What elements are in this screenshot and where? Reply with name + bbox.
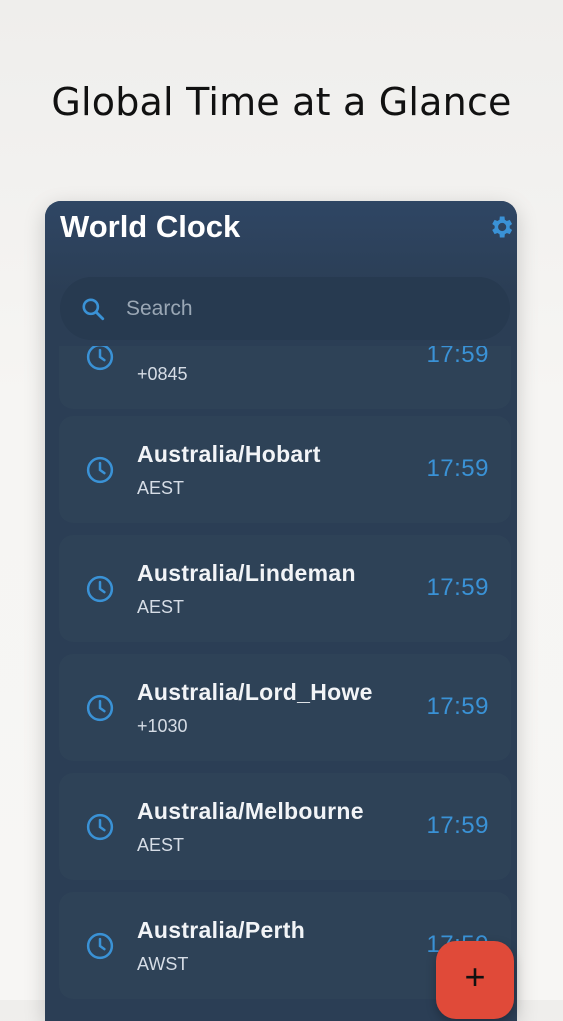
clock-zone: Australia/Lindeman — [137, 560, 356, 586]
clock-time: 17:59 — [426, 346, 489, 368]
search-input[interactable] — [126, 292, 486, 326]
app-screen: World Clock +0845 17:59 Australia/Hobart — [45, 201, 517, 1021]
clock-zone: Australia/Hobart — [137, 441, 321, 467]
clock-row[interactable]: +0845 17:59 — [59, 346, 511, 409]
clock-abbr: AWST — [137, 954, 189, 974]
clock-zone: Australia/Perth — [137, 917, 306, 943]
clock-list[interactable]: +0845 17:59 Australia/Hobart AEST 17:59 … — [45, 346, 517, 1021]
clock-zone: Australia/Melbourne — [137, 798, 364, 824]
clock-abbr: AEST — [137, 597, 185, 617]
clock-zone: Australia/Lord_Howe — [137, 679, 373, 705]
app-title: World Clock — [60, 209, 241, 244]
clock-abbr: +0845 — [137, 364, 188, 384]
clock-time: 17:59 — [426, 574, 489, 601]
gear-icon[interactable] — [487, 213, 515, 241]
clock-row[interactable]: Australia/Lindeman AEST 17:59 — [59, 535, 511, 642]
marketing-tagline: Global Time at a Glance — [51, 80, 512, 124]
clock-row[interactable]: Australia/Hobart AEST 17:59 — [59, 416, 511, 523]
clock-time: 17:59 — [426, 812, 489, 839]
clock-icon — [86, 575, 114, 603]
clock-time: 17:59 — [426, 693, 489, 720]
search-bar[interactable] — [60, 277, 510, 340]
clock-abbr: AEST — [137, 835, 185, 855]
clock-time: 17:59 — [426, 455, 489, 482]
clock-row[interactable]: Australia/Lord_Howe +1030 17:59 — [59, 654, 511, 761]
clock-row[interactable]: Australia/Melbourne AEST 17:59 — [59, 773, 511, 880]
clock-icon — [86, 932, 114, 960]
clock-icon — [86, 813, 114, 841]
search-icon — [82, 298, 105, 321]
clock-icon — [86, 694, 114, 722]
clock-abbr: +1030 — [137, 716, 188, 736]
clock-icon — [86, 346, 114, 371]
add-clock-button[interactable]: + — [436, 941, 514, 1019]
clock-icon — [86, 456, 114, 484]
clock-abbr: AEST — [137, 478, 185, 498]
